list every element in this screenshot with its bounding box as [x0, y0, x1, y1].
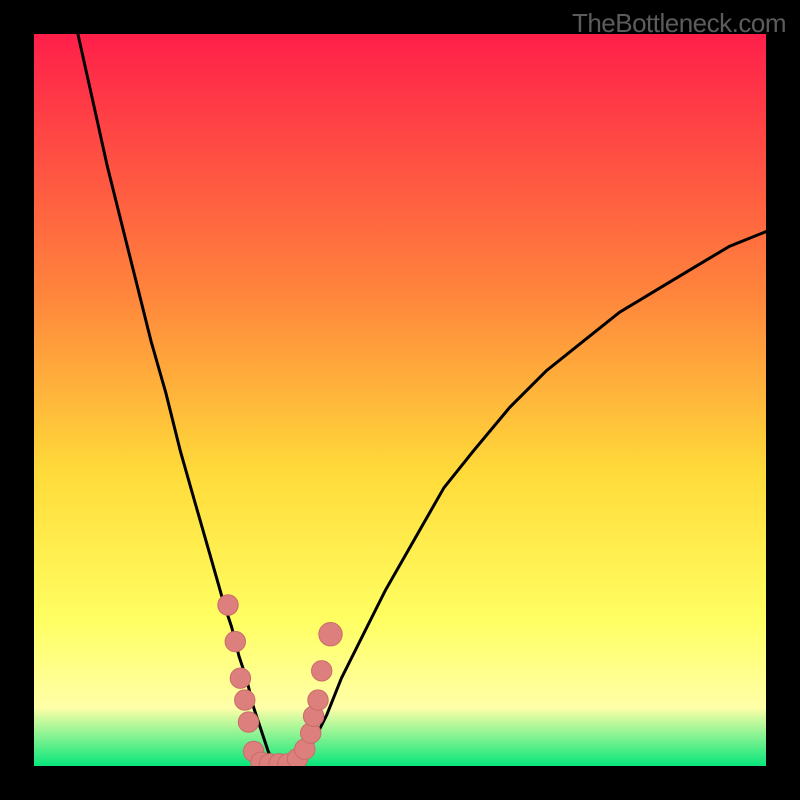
- bottleneck-chart: [34, 34, 766, 766]
- data-marker: [308, 690, 328, 710]
- data-marker: [218, 595, 238, 615]
- data-marker: [319, 623, 342, 646]
- outer-frame: TheBottleneck.com: [0, 0, 800, 800]
- data-marker: [235, 690, 255, 710]
- attribution-text: TheBottleneck.com: [572, 8, 786, 39]
- data-marker: [238, 712, 258, 732]
- plot-area: [34, 34, 766, 766]
- data-marker: [312, 661, 332, 681]
- gradient-background: [34, 34, 766, 766]
- data-marker: [225, 631, 245, 651]
- data-marker: [230, 668, 250, 688]
